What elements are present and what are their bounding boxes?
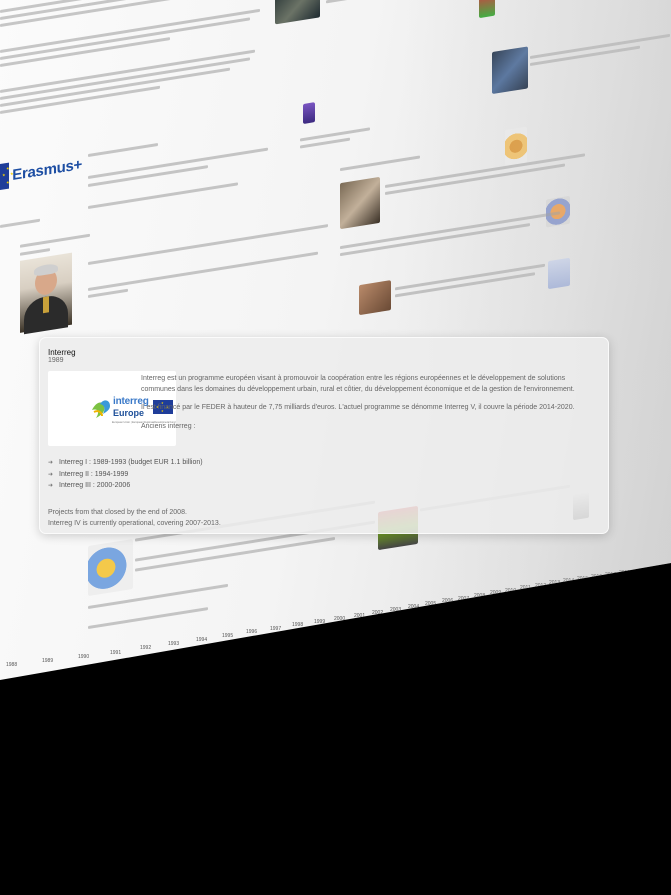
- ruler-year: 2001: [354, 613, 366, 619]
- list-item-text: Interreg III : 2000-2006: [59, 482, 131, 489]
- ruler-year: 2018: [619, 570, 631, 576]
- event-footer: Projects from that closed by the end of …: [48, 507, 221, 529]
- ruler-year: 1993: [168, 641, 180, 647]
- ruler-year: 2016: [591, 574, 603, 580]
- ruler-year: 1996: [246, 629, 258, 635]
- interreg-periods-list: ➜ Interreg I : 1989-1993 (budget EUR 1.1 …: [48, 459, 203, 494]
- ruler-year: 2008: [474, 593, 486, 599]
- ruler-year: 1995: [222, 633, 234, 639]
- ruler-year: 1991: [110, 650, 122, 656]
- arrow-bullet-icon: ➜: [48, 460, 54, 466]
- pie-thumbnail[interactable]: [505, 126, 527, 167]
- ruler-year: 2002: [372, 610, 384, 616]
- logo-word-europe: Europe: [113, 408, 145, 418]
- europe-map-thumbnail[interactable]: [88, 538, 133, 597]
- map-thumbnail[interactable]: [548, 257, 570, 290]
- eu-flag-icon: ★ ★ ★ ★: [0, 162, 14, 190]
- erasmus-logo-text: Erasmus+: [12, 155, 82, 184]
- list-item-text: Interreg II : 1994-1999: [59, 470, 129, 478]
- ruler-year: 1997: [270, 626, 282, 632]
- ruler-year: 1990: [78, 654, 90, 660]
- list-item-text: Interreg I : 1989-1993 (budget EUR 1.1 b…: [59, 459, 203, 466]
- description-paragraph: Anciens interreg :: [141, 422, 196, 430]
- list-item: ➜ Interreg I : 1989-1993 (budget EUR 1.1 …: [48, 459, 203, 466]
- ruler-year: 2011: [520, 585, 531, 591]
- list-item: ➜ Interreg II : 1994-1999: [48, 471, 203, 478]
- ruler-year: 2009: [490, 590, 502, 596]
- ruler-year: 1994: [196, 637, 208, 643]
- list-item: ➜ Interreg III : 2000-2006: [48, 482, 203, 489]
- ruler-year: 2004: [408, 604, 420, 610]
- event-description: Interreg est un programme européen visan…: [141, 374, 601, 440]
- arrow-bullet-icon: ➜: [48, 483, 54, 489]
- footer-line: Interreg IV is currently operational, co…: [48, 520, 221, 527]
- news-thumbnail[interactable]: [275, 0, 320, 25]
- building-thumbnail[interactable]: [492, 46, 528, 95]
- person-thumbnail[interactable]: [359, 280, 391, 316]
- footer-line: Projects from that closed by the end of …: [48, 509, 187, 516]
- ruler-year: 2010: [505, 588, 517, 594]
- timeline-ruler[interactable]: 1988 1989 1990 1991 1992 1993 1994 1995 …: [0, 570, 671, 680]
- description-paragraph: Il est financé par le FEDER à hauteur de…: [141, 404, 575, 411]
- description-paragraph: Interreg est un programme européen visan…: [141, 375, 575, 393]
- ruler-year: 2006: [442, 598, 454, 604]
- ruler-year: 2005: [425, 601, 437, 607]
- event-detail-card[interactable]: Interreg 1989 interreg Europe ★ ★ ★ ★ Euro…: [39, 337, 609, 534]
- ruler-year: 1988: [6, 662, 18, 668]
- ruler-year: 2003: [390, 607, 402, 613]
- ruler-year: 1999: [314, 619, 326, 625]
- interreg-swoosh-icon: [92, 400, 110, 418]
- event-year: 1989: [48, 357, 64, 364]
- group-thumbnail[interactable]: [340, 176, 380, 230]
- ruler-year: 2000: [334, 616, 346, 622]
- purple-icon-thumbnail[interactable]: [303, 102, 315, 125]
- ruler-year: 2012: [535, 583, 547, 589]
- ruler-year: 2015: [577, 576, 589, 582]
- event-title: Interreg: [48, 348, 76, 357]
- erasmus-logo[interactable]: ★ ★ ★ ★ Erasmus+: [0, 142, 82, 199]
- ruler-year: 1989: [42, 658, 54, 664]
- arrow-bullet-icon: ➜: [48, 471, 54, 478]
- ruler-year: 2017: [605, 572, 617, 578]
- ruler-year: 2014: [563, 578, 575, 584]
- ruler-year: 2007: [458, 596, 470, 602]
- ruler-year: 1992: [140, 645, 152, 651]
- emblem-thumbnail[interactable]: [479, 0, 495, 19]
- ruler-year: 2013: [549, 580, 561, 586]
- portrait-thumbnail[interactable]: [20, 252, 72, 335]
- ruler-year: 1998: [292, 622, 304, 628]
